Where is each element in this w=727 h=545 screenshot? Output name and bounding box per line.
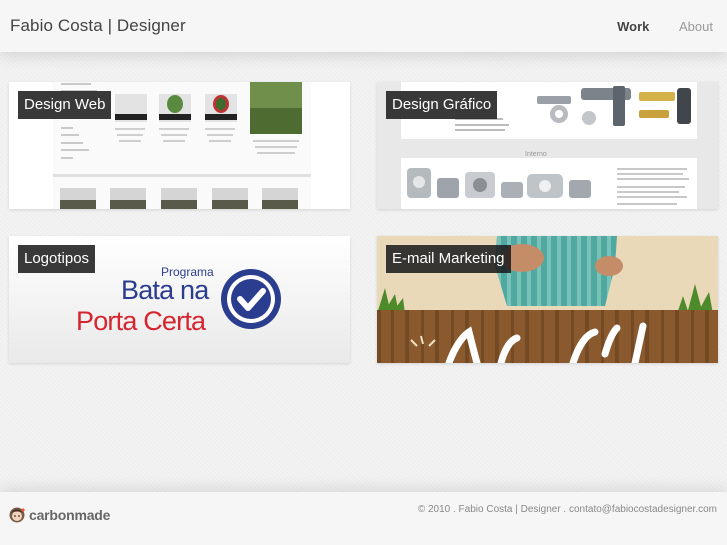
project-tile-design-web[interactable]: Design Web xyxy=(9,82,350,209)
nav-work-link[interactable]: Work xyxy=(617,19,649,34)
project-label-email-marketing: E-mail Marketing xyxy=(386,245,511,273)
interno-heading: Interno xyxy=(525,151,547,158)
project-tile-design-grafico[interactable]: Interno Design Gráfico xyxy=(377,82,718,209)
project-label-design-web: Design Web xyxy=(18,91,112,119)
logo-bata-na-text: Bata na xyxy=(121,275,210,305)
site-header: Fabio Costa | Designer Work About xyxy=(0,0,727,52)
nav-about-link[interactable]: About xyxy=(679,19,713,34)
project-tile-email-marketing[interactable]: E-mail Marketing xyxy=(377,236,718,363)
site-title[interactable]: Fabio Costa | Designer xyxy=(10,16,186,36)
logo-porta-certa-text: Porta Certa xyxy=(76,306,207,336)
carbonmade-logo[interactable]: carbonmade xyxy=(9,507,110,523)
project-tile-logotipos[interactable]: Programa Bata na Porta Certa Logotipos xyxy=(9,236,350,363)
main-nav: Work About xyxy=(591,19,713,34)
project-label-design-grafico: Design Gráfico xyxy=(386,91,498,119)
checkmark-circle-icon xyxy=(221,269,281,329)
carbonmade-text: carbonmade xyxy=(29,507,111,523)
site-footer: carbonmade © 2010 . Fabio Costa | Design… xyxy=(0,492,727,545)
carbonmade-face-icon xyxy=(9,507,25,523)
project-label-logotipos: Logotipos xyxy=(18,245,96,273)
copyright-text: © 2010 . Fabio Costa | Designer . contat… xyxy=(417,504,717,515)
